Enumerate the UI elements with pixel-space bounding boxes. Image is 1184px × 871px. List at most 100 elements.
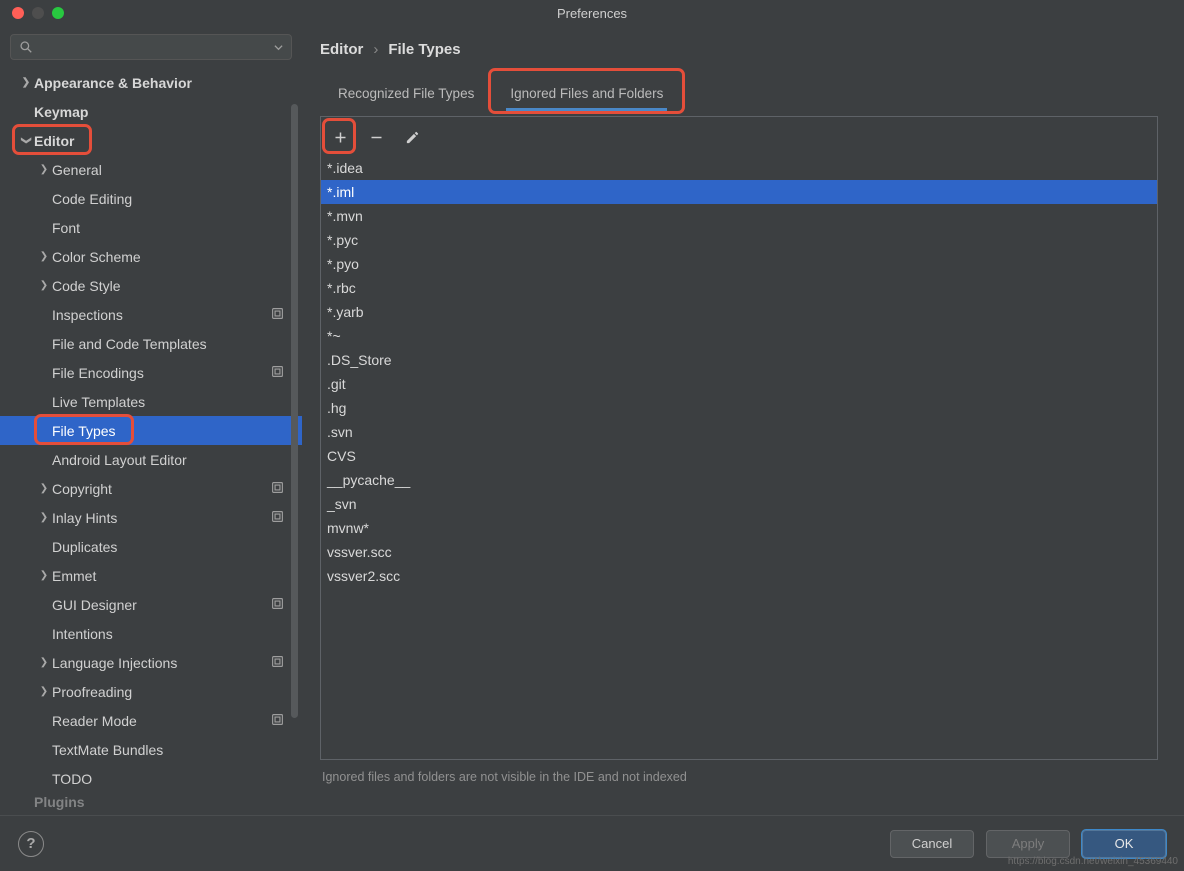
tree-item-reader-mode[interactable]: Reader Mode: [0, 706, 302, 735]
tree-item-gui-designer[interactable]: GUI Designer: [0, 590, 302, 619]
tree-item-label: File Types: [52, 423, 116, 439]
list-item[interactable]: .git: [321, 372, 1157, 396]
tree-item-intentions[interactable]: Intentions: [0, 619, 302, 648]
tab-bar: Recognized File TypesIgnored Files and F…: [320, 72, 1158, 112]
tree-item-general[interactable]: ❯General: [0, 155, 302, 184]
main-panel: Editor › File Types Recognized File Type…: [302, 26, 1184, 815]
dropdown-chevron-icon[interactable]: [274, 43, 283, 52]
project-badge-icon: [271, 510, 284, 526]
chevron-right-icon[interactable]: ❯: [36, 512, 52, 523]
chevron-down-icon[interactable]: ❯: [18, 135, 34, 146]
breadcrumb-root[interactable]: Editor: [320, 41, 363, 58]
tree-item-live-templates[interactable]: Live Templates: [0, 387, 302, 416]
search-input[interactable]: [38, 39, 269, 56]
list-item[interactable]: .hg: [321, 396, 1157, 420]
window-title: Preferences: [0, 6, 1184, 21]
list-item[interactable]: *.mvn: [321, 204, 1157, 228]
search-icon: [19, 40, 33, 54]
titlebar: Preferences: [0, 0, 1184, 26]
chevron-right-icon[interactable]: ❯: [36, 657, 52, 668]
chevron-right-icon[interactable]: ❯: [36, 570, 52, 581]
tree-item-file-encodings[interactable]: File Encodings: [0, 358, 302, 387]
project-badge-icon: [271, 655, 284, 671]
cancel-button[interactable]: Cancel: [890, 830, 974, 858]
tree-item-label: Android Layout Editor: [52, 452, 187, 468]
tree-item-label: Live Templates: [52, 394, 145, 410]
tree-item-file-types[interactable]: File Types: [0, 416, 302, 445]
list-item[interactable]: __pycache__: [321, 468, 1157, 492]
edit-button[interactable]: [401, 127, 423, 149]
tree-item-font[interactable]: Font: [0, 213, 302, 242]
tree-item-code-editing[interactable]: Code Editing: [0, 184, 302, 213]
project-badge-icon: [271, 481, 284, 497]
list-item[interactable]: *.idea: [321, 156, 1157, 180]
tree-item-todo[interactable]: TODO: [0, 764, 302, 793]
list-item[interactable]: vssver2.scc: [321, 564, 1157, 588]
tree-item-inlay-hints[interactable]: ❯Inlay Hints: [0, 503, 302, 532]
tree-item-file-and-code-templates[interactable]: File and Code Templates: [0, 329, 302, 358]
list-item[interactable]: mvnw*: [321, 516, 1157, 540]
list-item[interactable]: .svn: [321, 420, 1157, 444]
tree-item-label: Reader Mode: [52, 713, 137, 729]
chevron-right-icon[interactable]: ❯: [36, 251, 52, 262]
settings-tree[interactable]: ❯Appearance & BehaviorKeymap❯Editor❯Gene…: [0, 68, 302, 815]
tree-item-label: Code Editing: [52, 191, 132, 207]
list-item[interactable]: _svn: [321, 492, 1157, 516]
list-item[interactable]: *.pyo: [321, 252, 1157, 276]
hint-text: Ignored files and folders are not visibl…: [320, 760, 1158, 794]
project-badge-icon: [271, 713, 284, 729]
list-toolbar: [320, 116, 1158, 156]
list-item[interactable]: *.rbc: [321, 276, 1157, 300]
list-item[interactable]: .DS_Store: [321, 348, 1157, 372]
search-field[interactable]: [10, 34, 292, 60]
add-button[interactable]: [329, 127, 351, 149]
tree-item-proofreading[interactable]: ❯Proofreading: [0, 677, 302, 706]
tree-item-inspections[interactable]: Inspections: [0, 300, 302, 329]
ignore-list[interactable]: *.idea*.iml*.mvn*.pyc*.pyo*.rbc*.yarb*~.…: [320, 156, 1158, 760]
list-item[interactable]: vssver.scc: [321, 540, 1157, 564]
tab-recognized-file-types[interactable]: Recognized File Types: [320, 76, 492, 111]
chevron-right-icon[interactable]: ❯: [36, 686, 52, 697]
tree-item-label: Editor: [34, 133, 74, 149]
chevron-right-icon[interactable]: ❯: [36, 280, 52, 291]
apply-button[interactable]: Apply: [986, 830, 1070, 858]
tree-item-editor[interactable]: ❯Editor: [0, 126, 302, 155]
tree-item-keymap[interactable]: Keymap: [0, 97, 302, 126]
dialog-footer: ? Cancel Apply OK: [0, 815, 1184, 871]
tree-item-label: Intentions: [52, 626, 113, 642]
tree-item-label: Appearance & Behavior: [34, 75, 192, 91]
tree-item-plugins[interactable]: Plugins: [0, 793, 302, 811]
sidebar: ❯Appearance & BehaviorKeymap❯Editor❯Gene…: [0, 26, 302, 815]
list-item[interactable]: CVS: [321, 444, 1157, 468]
tree-item-textmate-bundles[interactable]: TextMate Bundles: [0, 735, 302, 764]
remove-button[interactable]: [365, 127, 387, 149]
scrollbar[interactable]: [291, 104, 298, 718]
tree-item-emmet[interactable]: ❯Emmet: [0, 561, 302, 590]
tree-item-label: Emmet: [52, 568, 96, 584]
tree-item-duplicates[interactable]: Duplicates: [0, 532, 302, 561]
list-item[interactable]: *~: [321, 324, 1157, 348]
tree-item-label: Inspections: [52, 307, 123, 323]
chevron-right-icon[interactable]: ❯: [36, 483, 52, 494]
tab-ignored-files-and-folders[interactable]: Ignored Files and Folders: [492, 76, 681, 111]
tree-item-appearance-behavior[interactable]: ❯Appearance & Behavior: [0, 68, 302, 97]
tree-item-android-layout-editor[interactable]: Android Layout Editor: [0, 445, 302, 474]
list-item[interactable]: *.iml: [321, 180, 1157, 204]
tree-item-code-style[interactable]: ❯Code Style: [0, 271, 302, 300]
chevron-right-icon[interactable]: ❯: [18, 77, 34, 88]
tree-item-label: Font: [52, 220, 80, 236]
list-item[interactable]: *.yarb: [321, 300, 1157, 324]
list-item[interactable]: *.pyc: [321, 228, 1157, 252]
tree-item-color-scheme[interactable]: ❯Color Scheme: [0, 242, 302, 271]
ok-button[interactable]: OK: [1082, 830, 1166, 858]
help-button[interactable]: ?: [18, 831, 44, 857]
tree-item-label: File Encodings: [52, 365, 144, 381]
project-badge-icon: [271, 365, 284, 381]
tree-item-copyright[interactable]: ❯Copyright: [0, 474, 302, 503]
breadcrumb: Editor › File Types: [320, 26, 1158, 72]
chevron-right-icon[interactable]: ❯: [36, 164, 52, 175]
tree-item-label: TextMate Bundles: [52, 742, 163, 758]
tree-item-label: Code Style: [52, 278, 120, 294]
tree-item-label: General: [52, 162, 102, 178]
tree-item-language-injections[interactable]: ❯Language Injections: [0, 648, 302, 677]
